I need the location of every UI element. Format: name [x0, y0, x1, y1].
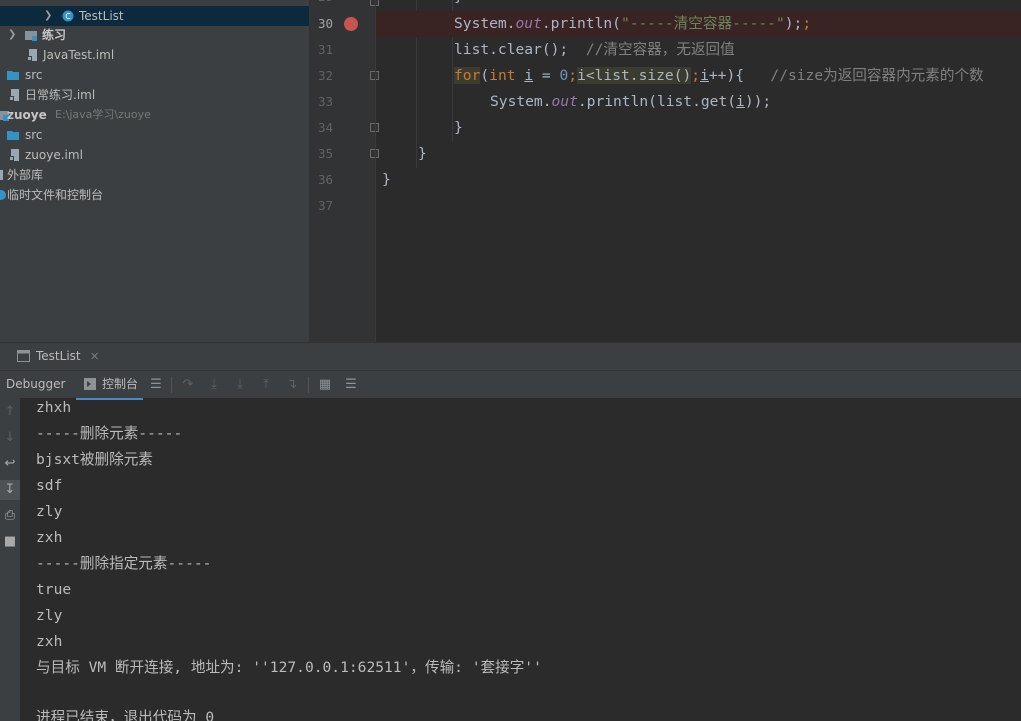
arrow-down-icon[interactable]: ↓ — [0, 428, 20, 448]
tab-console[interactable]: 控制台 — [76, 371, 143, 400]
console-icon — [84, 378, 96, 390]
print-icon[interactable]: ⎙ — [0, 506, 20, 526]
toolbar-separator — [171, 377, 172, 393]
tree-item-scratches[interactable]: 临时文件和控制台 — [0, 185, 309, 205]
scratch-icon — [0, 190, 6, 200]
chevron-right-icon[interactable]: ❯ — [44, 6, 52, 26]
code-line: for(int i = 0;i<list.size();i++){ //size… — [454, 67, 984, 84]
toolbar-separator — [308, 377, 309, 393]
iml-file-icon — [9, 89, 19, 101]
folder-icon — [7, 71, 19, 80]
console-line: bjsxt被删除元素 — [36, 451, 153, 468]
console-line: zly — [36, 503, 63, 520]
console-line: zhxh — [36, 399, 72, 416]
chevron-right-icon[interactable]: ❯ — [8, 25, 16, 45]
project-tree: ❯ C TestList ❯ 练习 JavaTest.iml src 日常练习.… — [0, 0, 309, 342]
line-number: 33 — [317, 94, 333, 109]
soft-wrap-icon[interactable]: ↩ — [0, 454, 20, 474]
console-line: true — [36, 581, 72, 598]
line-number: 35 — [317, 146, 333, 161]
tree-item-label: zuoye — [7, 108, 47, 122]
run-tab-label: TestList — [36, 349, 81, 363]
run-to-cursor-icon[interactable]: ↴ — [285, 378, 299, 392]
editor-gutter[interactable]: 29 30 31 32 33 34 35 36 37 — [309, 0, 379, 342]
tree-item-label: src — [25, 128, 43, 142]
close-icon[interactable]: ✕ — [90, 343, 99, 370]
tree-item-label: src — [25, 68, 43, 82]
tree-item-label: TestList — [79, 9, 124, 23]
step-out-icon[interactable]: ⤒ — [259, 378, 273, 392]
console-output[interactable]: zhxh -----删除元素----- bjsxt被删除元素 sdf zly z… — [36, 398, 1021, 721]
tab-console-label: 控制台 — [102, 377, 139, 391]
tree-item-path-hint: E:\java学习\zuoye — [55, 108, 151, 121]
trash-icon[interactable]: ■ — [0, 532, 20, 552]
force-step-into-icon[interactable]: ⤓ — [233, 378, 247, 392]
console-line: -----删除元素----- — [36, 425, 183, 442]
scroll-to-end-icon[interactable]: ↧ — [0, 480, 20, 500]
tree-item-src[interactable]: src — [0, 125, 309, 145]
code-editor[interactable]: 29 30 31 32 33 34 35 36 37 } System.out.… — [309, 0, 1021, 342]
tree-item-zuoye[interactable]: zuoye E:\java学习\zuoye — [0, 105, 309, 125]
code-line: System.out.println(list.get(i)); — [490, 93, 772, 110]
line-number: 31 — [317, 42, 333, 57]
iml-file-icon — [27, 49, 37, 61]
console-line: sdf — [36, 477, 63, 494]
svg-text:C: C — [65, 12, 71, 21]
tree-item-testlist[interactable]: ❯ C TestList — [0, 6, 309, 26]
menu-icon[interactable]: ☰ — [149, 378, 163, 392]
folder-icon — [25, 31, 37, 41]
tree-item-src[interactable]: src — [0, 65, 309, 85]
tree-item-label: 临时文件和控制台 — [7, 188, 104, 202]
step-into-icon[interactable]: ⤓ — [207, 378, 221, 392]
line-number: 36 — [317, 172, 333, 187]
tree-item-lianxi[interactable]: ❯ 练习 — [0, 25, 309, 45]
tree-item-label: 日常练习.iml — [25, 88, 96, 102]
tree-item-external-libs[interactable]: 外部库 — [0, 165, 309, 185]
tree-item-label: 外部库 — [7, 168, 44, 182]
console-line: zly — [36, 607, 63, 624]
line-number: 29 — [309, 0, 333, 10]
code-line: } — [376, 0, 1021, 10]
trace-icon[interactable]: ☰ — [344, 378, 358, 392]
code-line: } — [418, 145, 427, 162]
iml-file-icon — [9, 149, 19, 161]
arrow-up-icon[interactable]: ↑ — [0, 402, 20, 422]
console-line: 进程已结束，退出代码为 0 — [36, 709, 215, 721]
console-side-toolbar: ↑ ↓ ↩ ↧ ⎙ ■ — [0, 398, 20, 721]
console-line: zxh — [36, 633, 63, 650]
tab-debugger[interactable]: Debugger — [6, 371, 65, 398]
tree-item-label: JavaTest.iml — [43, 48, 115, 62]
line-number: 37 — [317, 198, 333, 213]
tree-item-zuoye-iml[interactable]: zuoye.iml — [0, 145, 309, 165]
code-line: } — [382, 171, 391, 188]
tab-debugger-label: Debugger — [6, 377, 66, 391]
tree-item-label: 练习 — [42, 28, 67, 42]
debug-toolbar: Debugger 控制台 ☰ ↷ ⤓ ⤓ ⤒ ↴ ▦ ☰ — [0, 370, 1021, 400]
line-number: 34 — [317, 120, 333, 135]
tree-item-richang-iml[interactable]: 日常练习.iml — [0, 85, 309, 105]
run-tool-window: TestList ✕ Debugger 控制台 ☰ ↷ ⤓ ⤓ ⤒ ↴ ▦ ☰ … — [0, 342, 1021, 721]
code-line: } — [454, 119, 463, 136]
step-over-icon[interactable]: ↷ — [181, 378, 195, 392]
console-window-icon — [17, 350, 30, 362]
console-line: zxh — [36, 529, 63, 546]
console-line: 与目标 VM 断开连接, 地址为: ''127.0.0.1:62511'，传输:… — [36, 659, 542, 676]
tree-item-javatest-iml[interactable]: JavaTest.iml — [0, 45, 309, 65]
code-line-breakpoint: System.out.println("-----清空容器-----");; — [376, 11, 1021, 37]
java-class-icon: C — [62, 10, 74, 22]
line-number: 30 — [317, 16, 333, 31]
folder-icon — [7, 131, 19, 140]
run-tab-bar: TestList ✕ — [0, 342, 1021, 370]
line-number: 32 — [317, 68, 333, 83]
breakpoint-icon[interactable] — [344, 17, 358, 31]
console-line: -----删除指定元素----- — [36, 555, 212, 572]
code-line: list.clear(); //清空容器，无返回值 — [454, 41, 735, 58]
evaluate-table-icon[interactable]: ▦ — [318, 378, 332, 392]
tree-item-label: zuoye.iml — [25, 148, 83, 162]
